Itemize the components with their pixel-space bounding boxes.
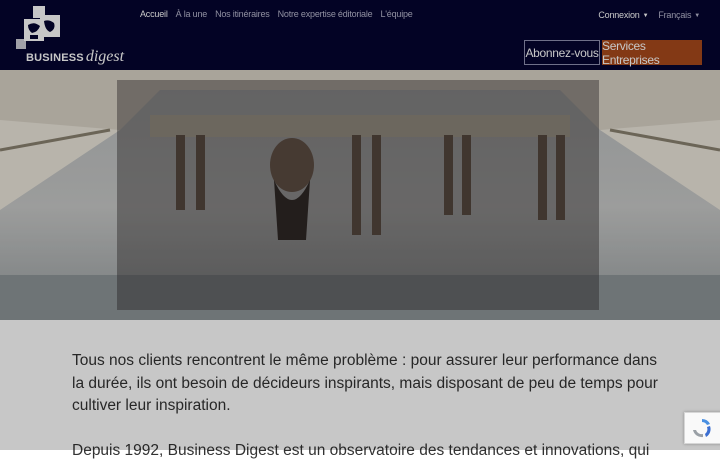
enterprise-services-button[interactable]: Services Entreprises	[602, 39, 702, 67]
subscribe-button[interactable]: Abonnez-vous	[524, 40, 600, 65]
recaptcha-badge[interactable]	[684, 412, 720, 444]
hero-overlay-panel	[117, 80, 599, 310]
nav-item-a-la-une[interactable]: À la une	[176, 9, 208, 19]
main-nav: Accueil À la une Nos itinéraires Notre e…	[140, 9, 413, 19]
language-label: Français	[658, 10, 692, 20]
business-digest-logo-icon	[16, 6, 60, 49]
chevron-down-icon: ▼	[642, 13, 649, 19]
nav-item-accueil[interactable]: Accueil	[140, 9, 168, 19]
brand-logo[interactable]: BUSINESS digest	[16, 5, 131, 67]
login-dropdown[interactable]: Connexion ▼	[598, 10, 648, 20]
brand-business: BUSINESS	[26, 52, 84, 64]
nav-item-equipe[interactable]: L'équipe	[380, 9, 412, 19]
chevron-down-icon: ▼	[694, 13, 700, 19]
nav-item-expertise[interactable]: Notre expertise éditoriale	[278, 9, 373, 19]
language-dropdown[interactable]: Français ▼	[658, 10, 700, 20]
hero-banner	[0, 70, 720, 320]
site-header: BUSINESS digest Accueil À la une Nos itin…	[0, 0, 720, 70]
brand-wordmark: BUSINESS digest	[26, 48, 124, 66]
intro-paragraph-2: Depuis 1992, Business Digest est un obse…	[72, 442, 650, 459]
login-label: Connexion	[598, 10, 640, 20]
brand-digest: digest	[85, 48, 125, 65]
intro-paragraph-1: Tous nos clients rencontrent le même pro…	[72, 352, 658, 414]
recaptcha-icon	[693, 419, 711, 438]
intro-section: Tous nos clients rencontrent le même pro…	[0, 320, 720, 459]
account-menu: Connexion ▼ Français ▼	[598, 10, 700, 20]
nav-item-itineraires[interactable]: Nos itinéraires	[215, 9, 270, 19]
